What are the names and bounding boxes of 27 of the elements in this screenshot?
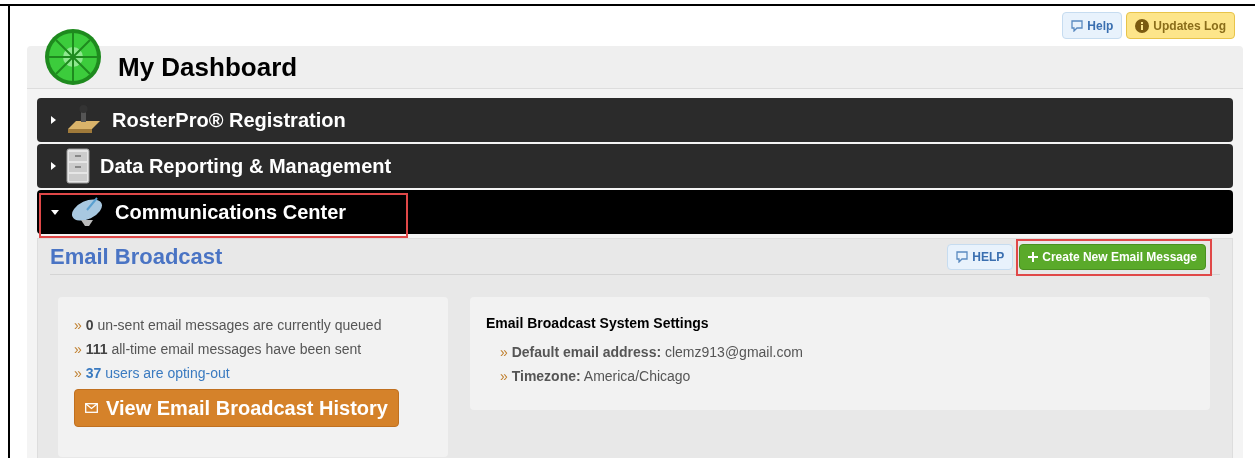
updates-log-button[interactable]: Updates Log xyxy=(1126,12,1235,39)
help-button[interactable]: Help xyxy=(1062,12,1123,39)
panel-title: Email Broadcast xyxy=(50,243,223,271)
setting-line: » Default email address: clemz913@gmail.com xyxy=(499,343,804,362)
setting-line: » Timezone: America/Chicago xyxy=(499,367,692,386)
caret-right-icon xyxy=(51,162,56,170)
caret-down-icon xyxy=(51,209,59,215)
file-cabinet-icon xyxy=(66,148,90,184)
globe-logo xyxy=(43,27,103,87)
satellite-dish-icon xyxy=(69,196,105,228)
plus-icon xyxy=(1028,251,1039,262)
stat-line: » 111 all-time email messages have been sent xyxy=(74,340,363,359)
speech-bubble-icon xyxy=(1071,19,1084,32)
view-history-button[interactable]: View Email Broadcast History xyxy=(74,389,399,427)
settings-title: Email Broadcast System Settings xyxy=(486,314,710,333)
accordion-header[interactable]: Data Reporting & Management xyxy=(37,144,1233,188)
accordion-header[interactable]: RosterPro® Registration xyxy=(37,98,1233,142)
page-title: My Dashboard xyxy=(118,50,298,84)
stat-line: » 0 un-sent email messages are currently queued xyxy=(74,316,383,335)
caret-right-icon xyxy=(51,116,56,124)
envelope-icon xyxy=(85,403,98,413)
info-icon xyxy=(1135,18,1150,33)
accordion-header[interactable]: Communications Center xyxy=(37,190,1233,234)
speech-bubble-icon xyxy=(956,250,969,263)
create-email-button[interactable]: Create New Email Message xyxy=(1019,243,1206,270)
opt-out-link[interactable]: » 37 users are opting-out xyxy=(74,361,432,385)
help-button[interactable]: HELP xyxy=(947,243,1014,270)
